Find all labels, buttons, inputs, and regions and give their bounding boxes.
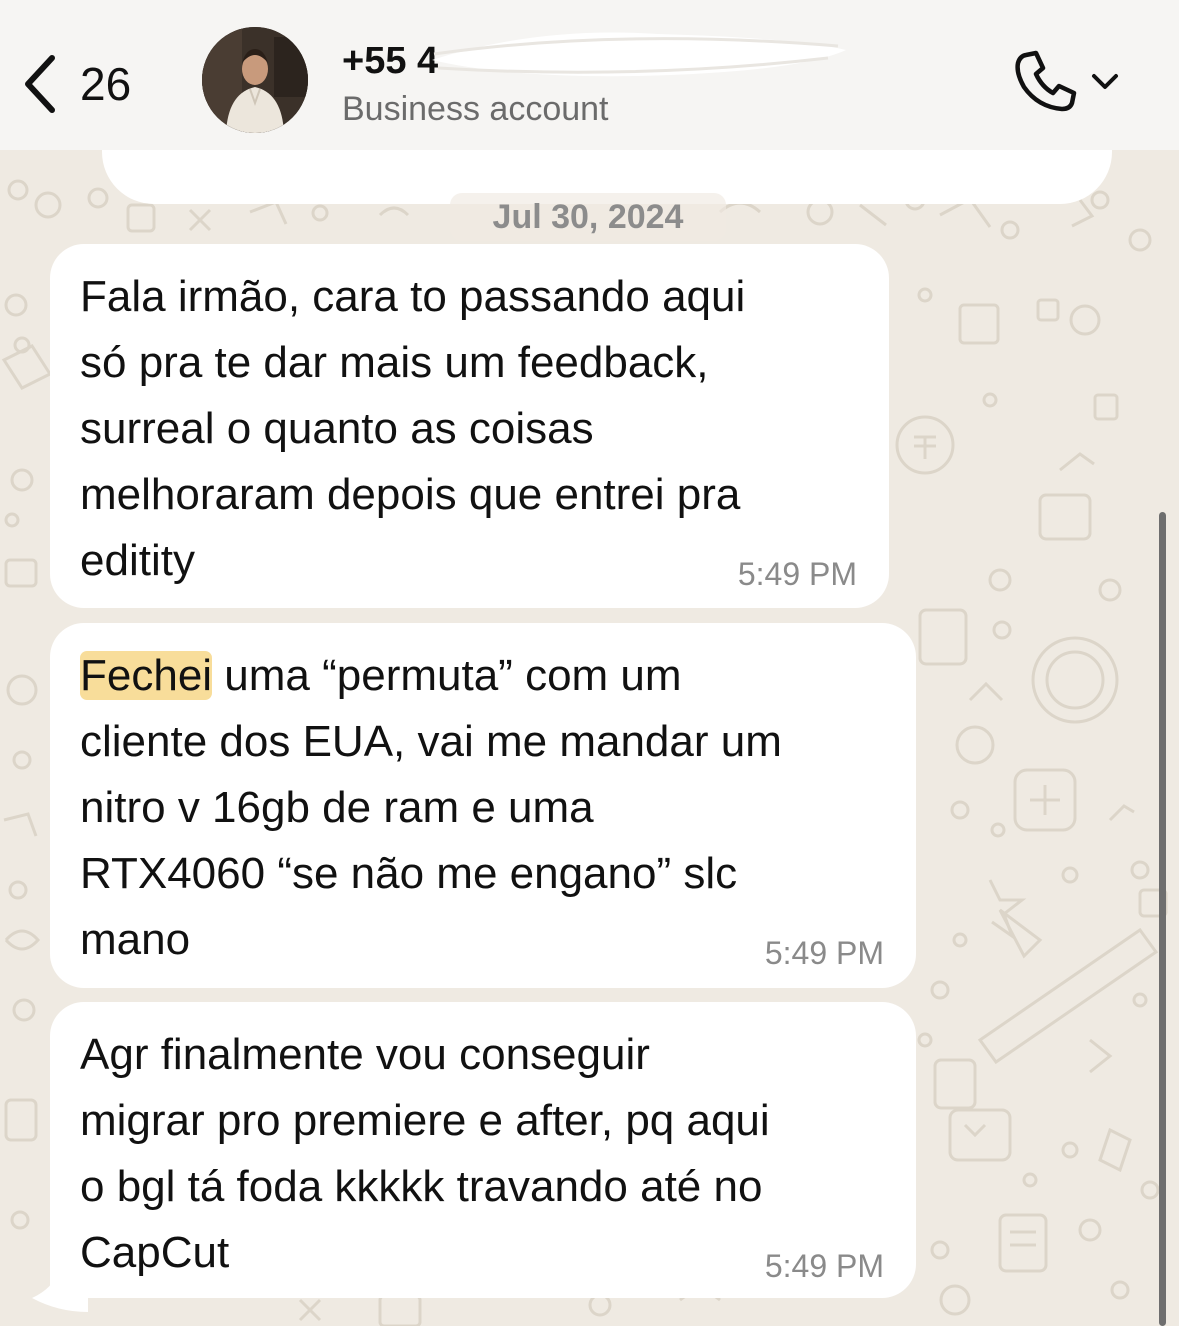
message-text: Fala irmão, cara to passando aqui só pra… [80,272,746,585]
contact-subtitle: Business account [342,90,609,128]
back-button[interactable]: 26 [22,46,131,122]
chevron-left-icon [25,55,55,113]
avatar-photo [202,27,308,133]
call-button[interactable] [1012,46,1128,116]
redaction-scribble [432,32,846,77]
message-timestamp: 5:49 PM [737,556,857,592]
message-bubble[interactable]: Agr finalmente vou conseguir migrar pro … [50,1002,916,1298]
message-timestamp: 5:49 PM [764,1248,884,1284]
message-text: Fechei uma “permuta” com um cliente dos … [80,643,782,973]
phone-icon [1015,50,1077,112]
unread-count: 26 [80,58,132,110]
message-timestamp: 5:49 PM [764,935,884,971]
chevron-down-icon [1092,74,1118,89]
message-text: Agr finalmente vou conseguir migrar pro … [80,1030,770,1277]
message-bubble[interactable]: Fechei uma “permuta” com um cliente dos … [50,623,916,988]
scrollbar[interactable] [1159,512,1166,1326]
search-highlight: Fechei [80,651,213,700]
contact-avatar[interactable] [202,27,308,133]
chat-header: 26 +55 4 Business account [0,0,1179,150]
message-bubble[interactable]: Fala irmão, cara to passando aqui só pra… [50,244,889,608]
date-separator: Jul 30, 2024 [450,193,726,241]
